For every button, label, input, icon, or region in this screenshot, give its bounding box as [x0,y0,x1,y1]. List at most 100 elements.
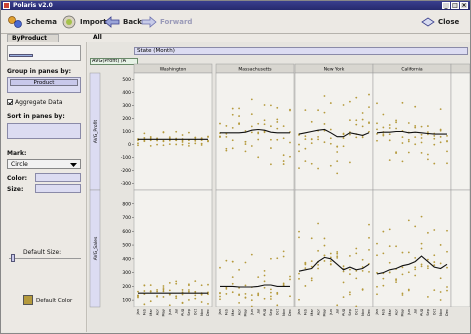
data-point [188,290,190,293]
data-point [427,158,429,161]
field-list-box[interactable] [7,45,81,61]
row-header-label: AVG_Sales [93,236,99,260]
data-point [289,155,291,158]
default-color-swatch[interactable] [23,295,33,305]
data-point [317,109,319,112]
pane-extra [450,72,470,191]
x-tick-label: Aug [420,309,424,316]
tab-byproduct[interactable]: ByProduct [7,34,59,42]
data-point [263,297,266,300]
data-point [231,147,234,150]
data-point [342,145,345,148]
data-point [388,159,391,162]
data-point [175,282,178,285]
data-point [427,267,429,270]
close-button[interactable]: Close [421,14,459,30]
data-point [382,113,385,116]
data-point [257,132,260,135]
data-point [427,296,429,298]
aggregate-checkbox[interactable] [7,99,13,105]
data-point [376,102,378,105]
data-point [323,244,326,247]
schema-button[interactable]: Schema [7,14,57,30]
data-point [388,271,391,274]
data-point [401,136,404,139]
data-point [250,125,253,128]
x-tick-label: Jan [136,309,140,316]
mark-select[interactable]: Circle [7,159,81,169]
forward-button[interactable]: Forward [141,14,192,30]
data-point [276,106,279,109]
x-tick-label: Feb [382,308,386,315]
close-window-button[interactable]: × [460,2,468,9]
data-point [289,275,291,278]
data-point [231,126,234,129]
y-tick-label: 0 [128,142,131,148]
x-tick-label: Jun [168,309,172,316]
group-panes-shelf[interactable]: Product [7,77,81,93]
data-point [225,147,228,150]
x-tick-label: Jul [174,309,178,314]
data-point [336,256,339,259]
default-size-slider[interactable] [11,254,15,262]
data-point [414,143,417,146]
back-button[interactable]: Back [104,14,142,30]
data-point [149,300,152,303]
import-button[interactable]: Import [61,14,107,30]
x-tick-label: Nov [439,308,443,316]
data-point [225,136,228,138]
data-point [282,283,285,286]
data-point [336,145,339,148]
data-point [433,143,436,146]
window-title: Polaris v2.0 [13,2,53,9]
data-point [276,118,279,121]
x-tick-label: Apr [394,308,398,315]
data-point [263,286,266,289]
field-slider[interactable] [9,54,33,57]
column-header-label: New York [324,67,345,73]
data-point [401,294,404,296]
data-point [439,244,442,246]
data-point [298,236,300,239]
minimize-button[interactable]: _ [442,2,450,9]
tab-bar: ByProduct All [1,34,470,42]
y-tick-label: 300 [122,103,131,109]
y-tick-label: 600 [122,229,131,235]
data-point [336,251,339,253]
data-point [250,98,253,101]
data-point [310,142,313,145]
color-shelf[interactable] [35,173,81,182]
data-point [289,141,291,144]
x-tick-label: Apr [155,308,159,315]
data-point [257,122,260,125]
x-tick-label: Mar [310,308,314,315]
x-tick-label: Dec [367,309,371,316]
data-point [388,261,391,264]
forward-label: Forward [160,18,193,26]
sort-panes-shelf[interactable] [7,123,81,139]
x-tick-label: Mar [231,308,235,315]
data-point [376,122,378,125]
data-point [401,266,404,269]
maximize-button[interactable]: □ [451,2,459,9]
data-point [323,111,326,114]
data-point [368,236,370,239]
data-point [401,251,404,254]
group-field-pill[interactable]: Product [10,79,78,86]
data-point [433,162,436,165]
pane [133,189,213,308]
data-point [304,147,307,150]
x-tick-label: May [401,308,405,316]
data-point [323,237,326,240]
data-point [329,164,332,167]
data-point [143,137,146,139]
data-point [336,151,339,153]
x-tick-label: Oct [432,308,436,315]
tab-all[interactable]: All [89,34,106,42]
data-point [298,230,300,233]
data-point [336,160,339,163]
size-shelf[interactable] [35,184,81,193]
data-point [282,250,285,253]
y-tick-label: 400 [122,90,131,96]
data-point [317,138,319,141]
